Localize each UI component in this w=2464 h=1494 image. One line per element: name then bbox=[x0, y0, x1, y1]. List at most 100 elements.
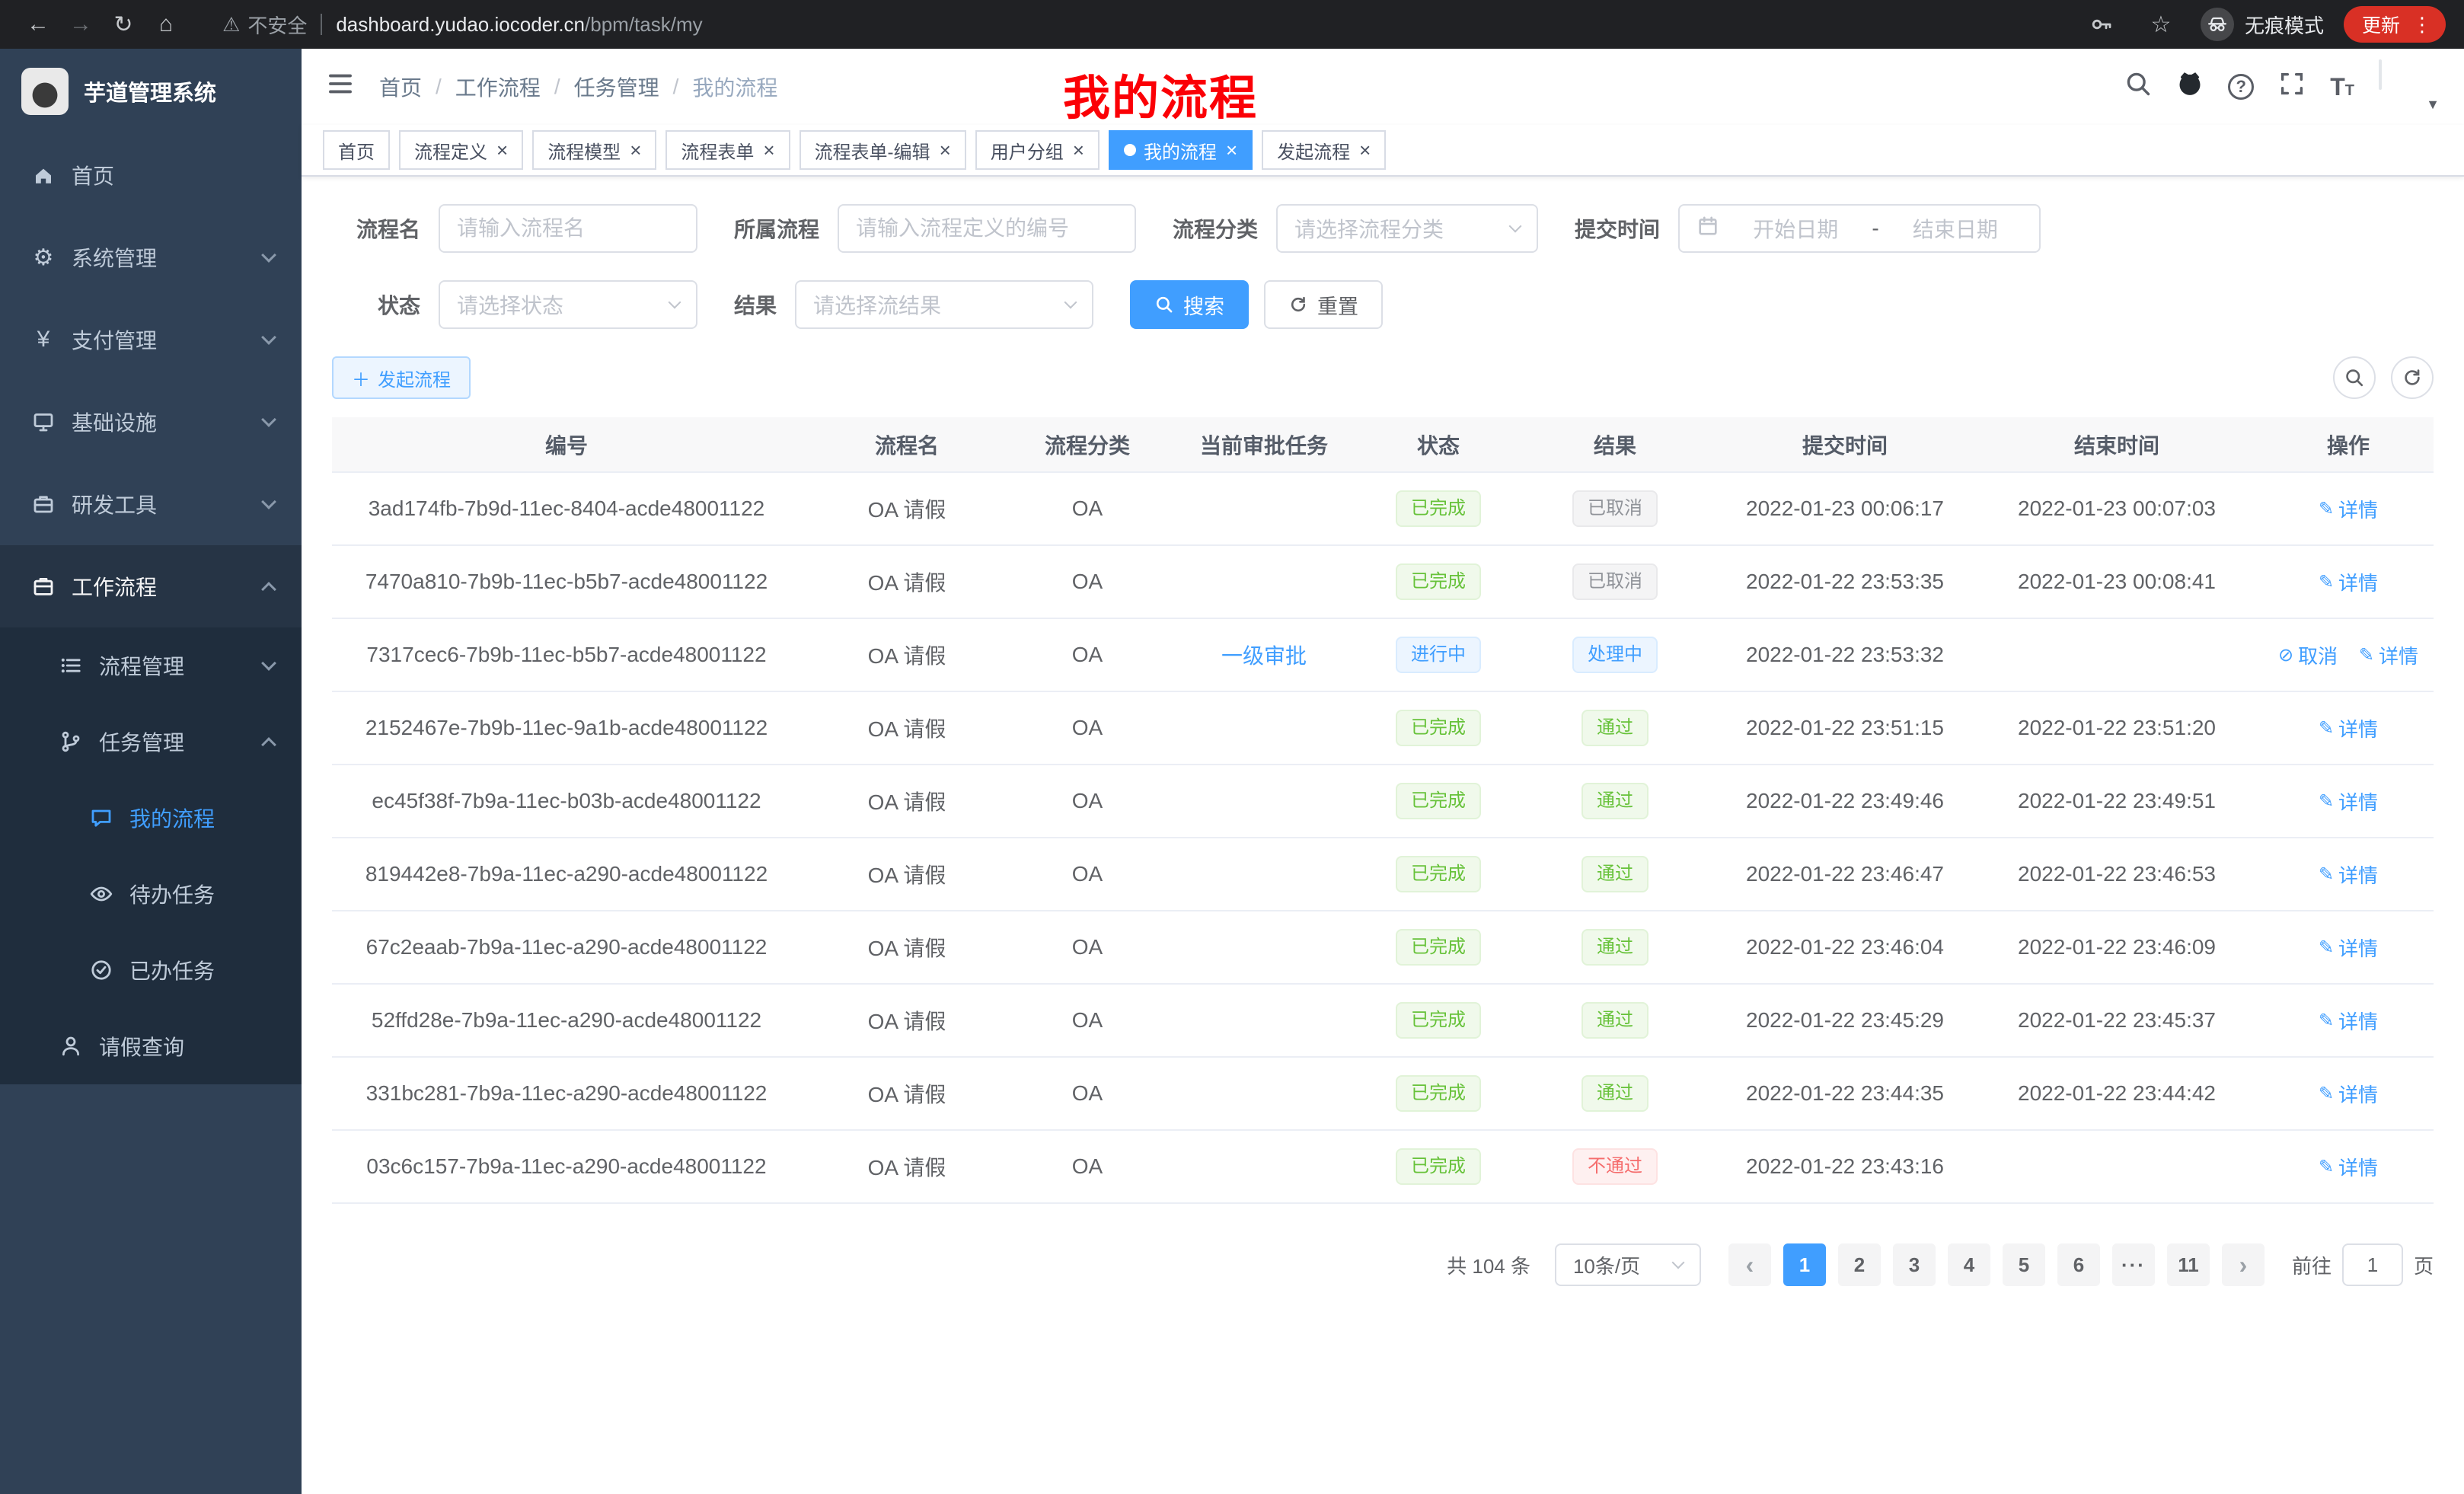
home-icon[interactable]: ⌂ bbox=[146, 5, 186, 44]
page-button[interactable]: 2 bbox=[1838, 1243, 1881, 1286]
jump-prefix: 前往 bbox=[2292, 1251, 2332, 1279]
result-select[interactable]: 请选择流结果 bbox=[795, 280, 1093, 329]
tab[interactable]: 我的流程 × bbox=[1109, 130, 1253, 170]
search-icon[interactable] bbox=[2124, 70, 2152, 104]
detail-link[interactable]: ✎详情 bbox=[2319, 1153, 2378, 1181]
github-icon[interactable] bbox=[2176, 70, 2204, 104]
font-size-icon[interactable]: TT bbox=[2330, 75, 2354, 99]
status-badge: 已完成 bbox=[1396, 710, 1481, 746]
update-button[interactable]: 更新 ⋮ bbox=[2344, 6, 2446, 43]
sidebar-item-infrastructure[interactable]: 基础设施 bbox=[0, 381, 302, 463]
detail-link[interactable]: ✎详情 bbox=[2319, 714, 2378, 742]
sidebar-item-leave-query[interactable]: 请假查询 bbox=[0, 1008, 302, 1084]
current-task-link[interactable]: 一级审批 bbox=[1221, 640, 1307, 670]
process-definition-input[interactable] bbox=[838, 204, 1136, 253]
tab[interactable]: 流程表单 × bbox=[665, 130, 790, 170]
jump-page-input[interactable] bbox=[2342, 1243, 2403, 1286]
refresh-button[interactable] bbox=[2391, 356, 2434, 399]
cancel-link[interactable]: ⊘取消 bbox=[2278, 641, 2338, 669]
sidebar-item-task-management[interactable]: 任务管理 bbox=[0, 704, 302, 780]
not-secure-warning[interactable]: ⚠ 不安全 bbox=[222, 11, 307, 39]
status-badge: 已完成 bbox=[1396, 1075, 1481, 1112]
tab[interactable]: 发起流程 × bbox=[1262, 130, 1386, 170]
key-icon[interactable] bbox=[2082, 5, 2121, 44]
detail-link[interactable]: ✎详情 bbox=[2359, 641, 2418, 669]
tab[interactable]: 用户分组 × bbox=[975, 130, 1100, 170]
show-search-button[interactable] bbox=[2333, 356, 2376, 399]
sidebar-item-my-process[interactable]: 我的流程 bbox=[0, 780, 302, 856]
forward-icon[interactable]: → bbox=[61, 5, 101, 44]
tab[interactable]: 流程表单-编辑 × bbox=[800, 130, 966, 170]
cell-id: 52ffd28e-7b9a-11ec-a290-acde48001122 bbox=[332, 984, 801, 1057]
detail-link[interactable]: ✎详情 bbox=[2319, 1007, 2378, 1035]
close-icon[interactable]: × bbox=[763, 140, 774, 160]
sidebar-item-system[interactable]: ⚙ 系统管理 bbox=[0, 216, 302, 298]
close-icon[interactable]: × bbox=[1359, 140, 1371, 160]
date-range-picker[interactable]: 开始日期 - 结束日期 bbox=[1678, 204, 2041, 253]
close-icon[interactable]: × bbox=[940, 140, 951, 160]
page-button[interactable]: 5 bbox=[2003, 1243, 2045, 1286]
page-button[interactable]: 3 bbox=[1893, 1243, 1936, 1286]
tab[interactable]: 首页 bbox=[323, 130, 390, 170]
next-page-button[interactable]: › bbox=[2222, 1243, 2265, 1286]
detail-link[interactable]: ✎详情 bbox=[2319, 934, 2378, 962]
status-select[interactable]: 请选择状态 bbox=[439, 280, 697, 329]
sidebar-item-todo-tasks[interactable]: 待办任务 bbox=[0, 856, 302, 932]
close-icon[interactable]: × bbox=[630, 140, 641, 160]
breadcrumb-home[interactable]: 首页 bbox=[379, 72, 422, 102]
avatar[interactable] bbox=[2379, 59, 2382, 90]
cell-process-name: OA 请假 bbox=[801, 618, 1013, 691]
cell-category: OA bbox=[1013, 911, 1162, 984]
tab[interactable]: 流程定义 × bbox=[399, 130, 523, 170]
cancel-icon: ⊘ bbox=[2278, 644, 2293, 666]
sidebar-item-payment[interactable]: ¥ 支付管理 bbox=[0, 298, 302, 381]
fullscreen-icon[interactable] bbox=[2278, 70, 2306, 104]
page-button[interactable]: 1 bbox=[1783, 1243, 1826, 1286]
back-icon[interactable]: ← bbox=[18, 5, 58, 44]
bookmark-star-icon[interactable]: ☆ bbox=[2141, 5, 2181, 44]
search-button[interactable]: 搜索 bbox=[1130, 280, 1249, 329]
cell-process-name: OA 请假 bbox=[801, 1130, 1013, 1203]
sidebar-item-home[interactable]: 首页 bbox=[0, 134, 302, 216]
prev-page-button[interactable]: ‹ bbox=[1728, 1243, 1771, 1286]
table-row: 7317cec6-7b9b-11ec-b5b7-acde48001122 OA … bbox=[332, 618, 2434, 691]
reload-icon[interactable]: ↻ bbox=[104, 5, 143, 44]
page-content: 流程名 所属流程 流程分类 请选择流程分类 提交时间 开始日期 - 结束日期 bbox=[302, 177, 2464, 1494]
monitor-icon bbox=[30, 409, 56, 435]
reset-button[interactable]: 重置 bbox=[1264, 280, 1383, 329]
close-icon[interactable]: × bbox=[496, 140, 508, 160]
detail-link[interactable]: ✎详情 bbox=[2319, 860, 2378, 889]
sidebar-item-done-tasks[interactable]: 已办任务 bbox=[0, 932, 302, 1008]
user-menu[interactable]: ▼ bbox=[2379, 61, 2440, 113]
sidebar-item-process-management[interactable]: 流程管理 bbox=[0, 627, 302, 704]
briefcase-icon bbox=[30, 573, 56, 599]
address-bar[interactable]: ⚠ 不安全 dashboard.yudao.iocoder.cn/bpm/tas… bbox=[222, 11, 2079, 39]
detail-link[interactable]: ✎详情 bbox=[2319, 495, 2378, 523]
edit-icon: ✎ bbox=[2319, 937, 2334, 959]
page-button[interactable]: 11 bbox=[2167, 1243, 2210, 1286]
breadcrumb-task-management[interactable]: 任务管理 bbox=[574, 72, 659, 102]
browser-menu-icon[interactable]: ⋮ bbox=[2412, 13, 2434, 37]
page-button[interactable]: 4 bbox=[1948, 1243, 1990, 1286]
detail-link[interactable]: ✎详情 bbox=[2319, 568, 2378, 596]
total-count: 共 104 条 bbox=[1447, 1251, 1530, 1279]
help-icon[interactable]: ? bbox=[2228, 74, 2254, 100]
tab[interactable]: 流程模型 × bbox=[532, 130, 656, 170]
detail-link[interactable]: ✎详情 bbox=[2319, 787, 2378, 816]
close-icon[interactable]: × bbox=[1226, 140, 1237, 160]
page-button[interactable]: ··· bbox=[2112, 1243, 2155, 1286]
breadcrumb-workflow[interactable]: 工作流程 bbox=[455, 72, 541, 102]
collapse-sidebar-icon[interactable] bbox=[326, 69, 355, 104]
detail-link[interactable]: ✎详情 bbox=[2319, 1080, 2378, 1108]
close-icon[interactable]: × bbox=[1073, 140, 1084, 160]
create-process-button[interactable]: ＋ 发起流程 bbox=[332, 356, 471, 399]
category-select[interactable]: 请选择流程分类 bbox=[1276, 204, 1538, 253]
page-size-select[interactable]: 10条/页 bbox=[1555, 1243, 1701, 1286]
cell-submit-time: 2022-01-22 23:45:29 bbox=[1719, 984, 1971, 1057]
sidebar-item-devtools[interactable]: 研发工具 bbox=[0, 463, 302, 545]
result-badge: 通过 bbox=[1581, 710, 1649, 746]
page-button[interactable]: 6 bbox=[2057, 1243, 2100, 1286]
incognito-icon bbox=[2201, 8, 2234, 41]
process-name-input[interactable] bbox=[439, 204, 697, 253]
sidebar-item-workflow[interactable]: 工作流程 bbox=[0, 545, 302, 627]
